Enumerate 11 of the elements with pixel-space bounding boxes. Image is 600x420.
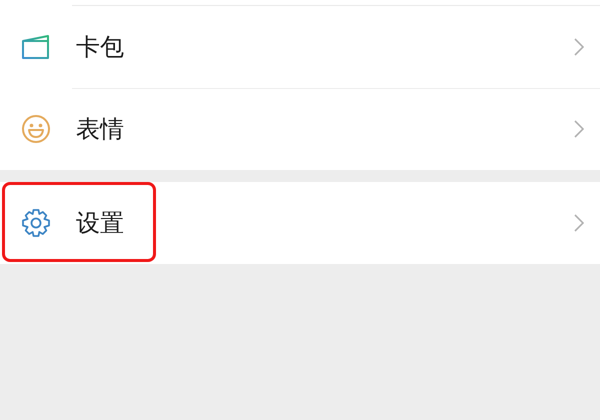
- menu-item[interactable]: 表情: [0, 88, 600, 170]
- menu-label: 表情: [75, 114, 125, 145]
- menu-item[interactable]: 设置: [0, 182, 600, 264]
- chevron-icon: [574, 120, 584, 138]
- settings-icon: [21, 208, 51, 238]
- card-icon: [21, 34, 51, 60]
- chevron-icon: [574, 214, 584, 232]
- chevron-icon: [574, 38, 584, 56]
- smiley-icon: [21, 114, 51, 144]
- menu-label: 设置: [75, 208, 125, 239]
- menu-label: 卡包: [75, 32, 125, 62]
